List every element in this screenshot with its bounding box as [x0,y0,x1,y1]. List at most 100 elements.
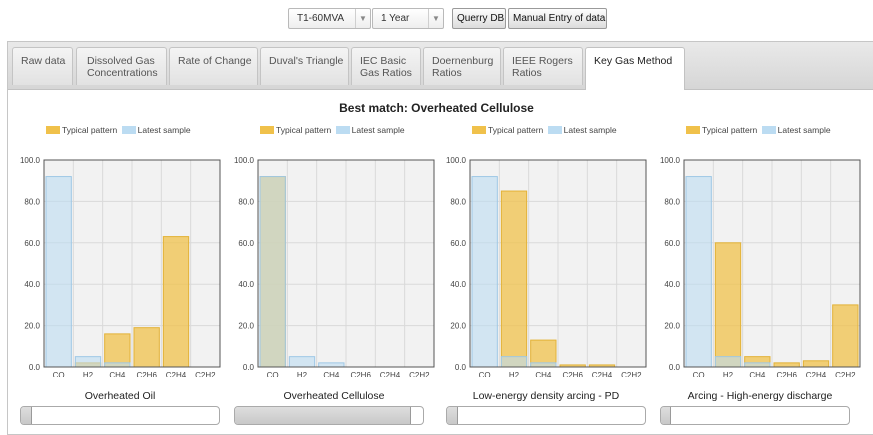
tab-dissolved-gas-concentrations[interactable]: Dissolved Gas Concentrations [76,47,167,85]
chevron-down-icon: ▼ [428,9,443,28]
y-tick-label: 20.0 [238,322,254,331]
bar-typical-pattern [773,362,800,368]
bar-chart: 0.0 20.0 40.0 60.0 80.0 100.0 CO H2 CH4 C2H6 C2H4 C… [446,156,647,377]
chart-slider[interactable] [234,406,424,425]
slider-fill [661,407,671,424]
slider-fill [21,407,31,424]
x-tick-label: C2H6 [136,371,157,377]
slider-handle[interactable] [456,407,458,424]
tab-label: Raw data [21,55,66,67]
chart-panel-high-energy-arcing: Typical pattern Latest sample 0.0 20.0 40.… [650,122,870,435]
y-tick-label: 40.0 [664,280,680,289]
chart-panel-overheated-oil: Typical pattern Latest sample 0.0 20.0 40.… [10,122,230,435]
x-tick-label: C2H6 [776,371,797,377]
x-tick-label: CH4 [109,371,126,377]
legend-swatch-typical [46,126,60,134]
legend-label-typical: Typical pattern [62,125,118,135]
x-tick-label: C2H6 [350,371,371,377]
chart-slider[interactable] [660,406,850,425]
bar-latest-sample [530,362,557,368]
chevron-down-icon: ▼ [355,9,370,28]
y-tick-label: 40.0 [24,280,40,289]
slider-handle[interactable] [670,407,672,424]
legend-label-typical: Typical pattern [702,125,758,135]
tab-key-gas-method[interactable]: Key Gas Method [585,47,685,90]
best-match-heading: Best match: Overheated Cellulose [339,101,534,115]
tab-raw-data[interactable]: Raw data [12,47,73,85]
y-tick-label: 100.0 [446,156,467,165]
slider-handle[interactable] [409,407,411,424]
chart-legend: Typical pattern Latest sample [472,125,617,135]
bar-chart: 0.0 20.0 40.0 60.0 80.0 100.0 CO H2 CH4 C2H6 C2H4 C… [234,156,435,377]
legend-label-latest: Latest sample [563,125,617,135]
period-select[interactable]: 1 Year ▼ [372,8,444,29]
legend-label-typical: Typical pattern [488,125,544,135]
legend-swatch-typical [260,126,274,134]
x-tick-label: CH4 [535,371,552,377]
bar-typical-pattern [162,236,190,368]
query-db-button[interactable]: Querry DB [452,8,506,29]
bar-latest-sample [685,176,712,368]
transformer-select[interactable]: T1-60MVA ▼ [288,8,371,29]
bar-latest-sample [500,356,528,368]
y-tick-label: 80.0 [24,197,40,206]
tab-label: Rate of Change [178,55,252,67]
x-tick-label: H2 [723,371,734,377]
x-tick-label: C2H2 [835,371,856,377]
bar-typical-pattern [500,190,528,368]
x-tick-label: C2H4 [592,371,613,377]
chart-legend: Typical pattern Latest sample [686,125,831,135]
x-tick-label: CO [267,371,279,377]
chart-title: Overheated Oil [84,390,156,402]
x-tick-label: CH4 [749,371,766,377]
legend-swatch-latest [761,126,776,134]
legend-label-latest: Latest sample [777,125,831,135]
legend-swatch-typical [686,126,700,134]
tab-bar: Raw data Dissolved Gas Concentrations Ra… [8,42,873,90]
bar-latest-sample [288,356,316,368]
x-tick-label: CO [693,371,705,377]
bar-latest-sample [471,176,498,368]
y-tick-label: 0.0 [243,363,255,372]
x-tick-label: C2H4 [166,371,187,377]
tab-label: Duval's Triangle [269,55,344,67]
slider-fill [235,407,410,424]
chart-panel-low-energy-arcing: Typical pattern Latest sample 0.0 20.0 40.… [436,122,656,435]
tab-iec-basic-gas-ratios[interactable]: IEC Basic Gas Ratios [351,47,421,85]
tab-rate-of-change[interactable]: Rate of Change [169,47,258,85]
bar-latest-sample [318,362,345,368]
y-tick-label: 40.0 [238,280,254,289]
bar-latest-sample [259,176,286,368]
chart-slider[interactable] [446,406,646,425]
bar-latest-sample [744,362,771,368]
toolbar: T1-60MVA ▼ 1 Year ▼ Querry DB Manual Ent… [0,8,873,30]
y-tick-label: 20.0 [24,322,40,331]
slider-fill [447,407,457,424]
y-tick-label: 60.0 [664,239,680,248]
manual-entry-button[interactable]: Manual Entry of data [508,8,607,29]
tab-label: Key Gas Method [594,55,673,67]
tab-duvals-triangle[interactable]: Duval's Triangle [260,47,349,85]
bar-latest-sample [45,176,72,368]
tab-ieee-rogers-ratios[interactable]: IEEE Rogers Ratios [503,47,583,85]
bar-typical-pattern [104,333,131,368]
x-tick-label: H2 [509,371,520,377]
tab-doernenburg-ratios[interactable]: Doernenburg Ratios [423,47,501,85]
chart-title: Low-energy density arcing - PD [472,390,620,402]
chart-title: Arcing - High-energy discharge [687,390,833,402]
y-tick-label: 0.0 [669,363,681,372]
y-tick-label: 100.0 [234,156,255,165]
bar-latest-sample [74,356,102,368]
x-tick-label: C2H2 [409,371,430,377]
x-tick-label: C2H6 [562,371,583,377]
chart-slider[interactable] [20,406,220,425]
y-tick-label: 20.0 [450,322,466,331]
legend-swatch-latest [547,126,562,134]
x-tick-label: CO [479,371,491,377]
slider-handle[interactable] [30,407,32,424]
x-tick-label: H2 [83,371,94,377]
legend-swatch-latest [121,126,136,134]
x-tick-label: C2H2 [195,371,216,377]
y-tick-label: 100.0 [660,156,681,165]
bar-chart: 0.0 20.0 40.0 60.0 80.0 100.0 CO H2 CH4 C2H6 C2H4 C… [20,156,221,377]
